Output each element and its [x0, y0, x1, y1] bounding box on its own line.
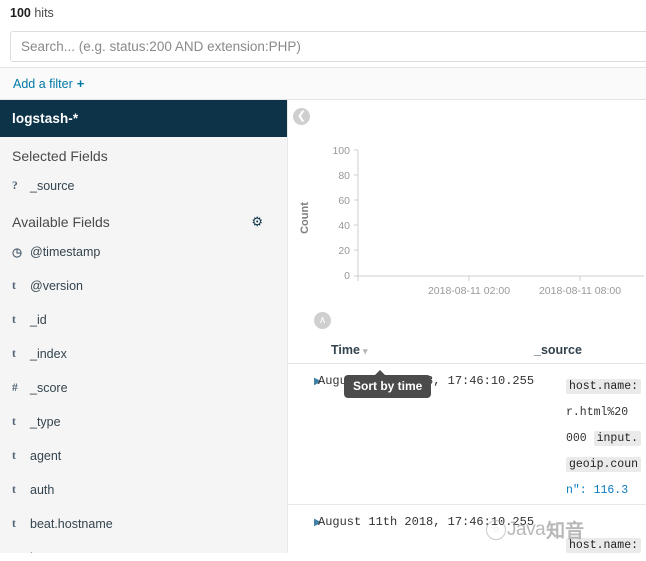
field-name: beat.name: [30, 551, 89, 553]
svg-text:80: 80: [338, 170, 350, 182]
field-item-timestamp[interactable]: ◷ @timestamp: [0, 235, 287, 269]
plus-icon: +: [76, 76, 85, 91]
histogram-chart: Count 100 80 60 40 20 0 2018-08-11 02:00…: [288, 140, 646, 329]
field-item-type[interactable]: t _type: [0, 405, 287, 439]
selected-fields-list: ? _source: [0, 169, 287, 203]
selected-fields-title: Selected Fields: [12, 148, 108, 164]
clock-icon: ◷: [12, 247, 23, 259]
sort-caret-icon[interactable]: ▾: [363, 346, 368, 356]
xtick-1: 2018-08-11 08:00: [539, 285, 621, 297]
table-header-row: Time ▾ _source: [288, 343, 646, 364]
field-name: _index: [30, 347, 67, 361]
field-item-version[interactable]: t @version: [0, 269, 287, 303]
column-header-time[interactable]: Time ▾: [288, 343, 534, 357]
body-split: logstash-* Selected Fields ? _source Ava…: [0, 100, 646, 553]
table-row[interactable]: ▶ August 11th 2018, 17:46:10.255 host.na…: [288, 364, 646, 505]
index-pattern-label: logstash-*: [12, 111, 79, 126]
chevron-up-icon[interactable]: ∧: [314, 312, 331, 329]
svg-text:Count: Count: [299, 202, 311, 234]
xtick-0: 2018-08-11 02:00: [428, 285, 510, 297]
available-fields-title: Available Fields: [12, 214, 110, 230]
document-table: Time▾ _source ▶ August 11th 2018, 17:46:…: [288, 343, 646, 553]
sort-by-time-tooltip: Sort by time: [344, 370, 432, 398]
string-type-icon: t: [12, 518, 16, 530]
field-item-beat-name[interactable]: t beat.name: [0, 541, 287, 553]
string-type-icon: t: [12, 416, 16, 428]
source-chip: host.name:: [566, 379, 642, 394]
field-item-auth[interactable]: t auth: [0, 473, 287, 507]
string-type-icon: t: [12, 552, 30, 553]
field-name: @version: [30, 279, 83, 293]
row-time: August 11th 2018, 17:46:10.255: [318, 515, 535, 529]
svg-text:100: 100: [332, 145, 350, 157]
hits-label: hits: [34, 6, 54, 20]
svg-text:20: 20: [338, 245, 350, 257]
svg-text:40: 40: [338, 220, 350, 232]
add-filter-button[interactable]: Add a filter +: [13, 76, 84, 91]
field-item-agent[interactable]: t agent: [0, 439, 287, 473]
string-type-icon: t: [12, 348, 16, 360]
source-text: n": 116.3: [566, 484, 629, 497]
hits-count: 100: [10, 6, 31, 20]
field-item-id[interactable]: t _id: [0, 303, 287, 337]
chevron-left-icon[interactable]: ❮: [293, 108, 310, 125]
field-item-beat-hostname[interactable]: t beat.hostname: [0, 507, 287, 541]
column-header-time-label: Time: [331, 343, 360, 357]
source-text: 000: [566, 432, 594, 445]
source-chip: geoip.coun: [566, 457, 642, 472]
field-name: _source: [30, 179, 75, 193]
row-source: host.name:: [558, 505, 642, 553]
selected-fields-header: Selected Fields: [0, 137, 287, 169]
field-name: agent: [30, 449, 62, 463]
field-name: _score: [30, 381, 68, 395]
field-name: auth: [30, 483, 55, 497]
histogram-svg: Count 100 80 60 40 20 0 2018-08-11 02:00…: [299, 145, 644, 297]
svg-text:60: 60: [338, 195, 350, 207]
field-name: _type: [30, 415, 61, 429]
filter-bar: Add a filter +: [0, 67, 646, 100]
field-item-score[interactable]: # _score: [0, 371, 287, 405]
kibana-discover-app: 100 hits Add a filter + logstash-* Selec…: [0, 0, 646, 561]
string-type-icon: t: [12, 280, 16, 292]
column-header-source-label: _source: [534, 343, 582, 357]
add-filter-label: Add a filter: [13, 76, 73, 91]
source-chip: input.: [593, 431, 642, 446]
source-chip: host.name:: [566, 538, 642, 553]
hits-bar: 100 hits: [0, 0, 646, 27]
available-fields-header: Available Fields ⚙: [0, 203, 287, 235]
field-item-index[interactable]: t _index: [0, 337, 287, 371]
string-type-icon: t: [12, 484, 16, 496]
discover-main-panel: ❮ Count 100 80 60 40 20 0 2018-08-11 02:…: [288, 100, 646, 553]
table-row[interactable]: ▶ August 11th 2018, 17:46:10.255 host.na…: [288, 505, 646, 553]
source-text: r.html%20: [566, 406, 629, 419]
svg-text:0: 0: [344, 270, 350, 282]
expand-row-icon[interactable]: ▶: [288, 364, 322, 504]
field-name: @timestamp: [30, 245, 101, 259]
field-sidebar: logstash-* Selected Fields ? _source Ava…: [0, 100, 288, 553]
string-type-icon: t: [12, 450, 16, 462]
field-item-source[interactable]: ? _source: [0, 169, 287, 203]
expand-row-icon[interactable]: ▶: [288, 505, 322, 553]
row-source: host.name: r.html%20 000 input. geoip.co…: [558, 364, 642, 504]
field-type-unknown-icon: ?: [12, 180, 18, 192]
field-name: beat.hostname: [30, 517, 113, 531]
available-fields-list: ◷ @timestamp t @version t _id t _index #: [0, 235, 287, 553]
search-input[interactable]: [10, 31, 646, 62]
index-pattern-selector[interactable]: logstash-*: [0, 100, 287, 137]
number-type-icon: #: [12, 382, 18, 394]
string-type-icon: t: [12, 314, 16, 326]
column-header-source[interactable]: _source: [534, 343, 582, 357]
query-bar: [0, 27, 646, 67]
gear-icon[interactable]: ⚙: [251, 214, 263, 230]
field-name: _id: [30, 313, 47, 327]
